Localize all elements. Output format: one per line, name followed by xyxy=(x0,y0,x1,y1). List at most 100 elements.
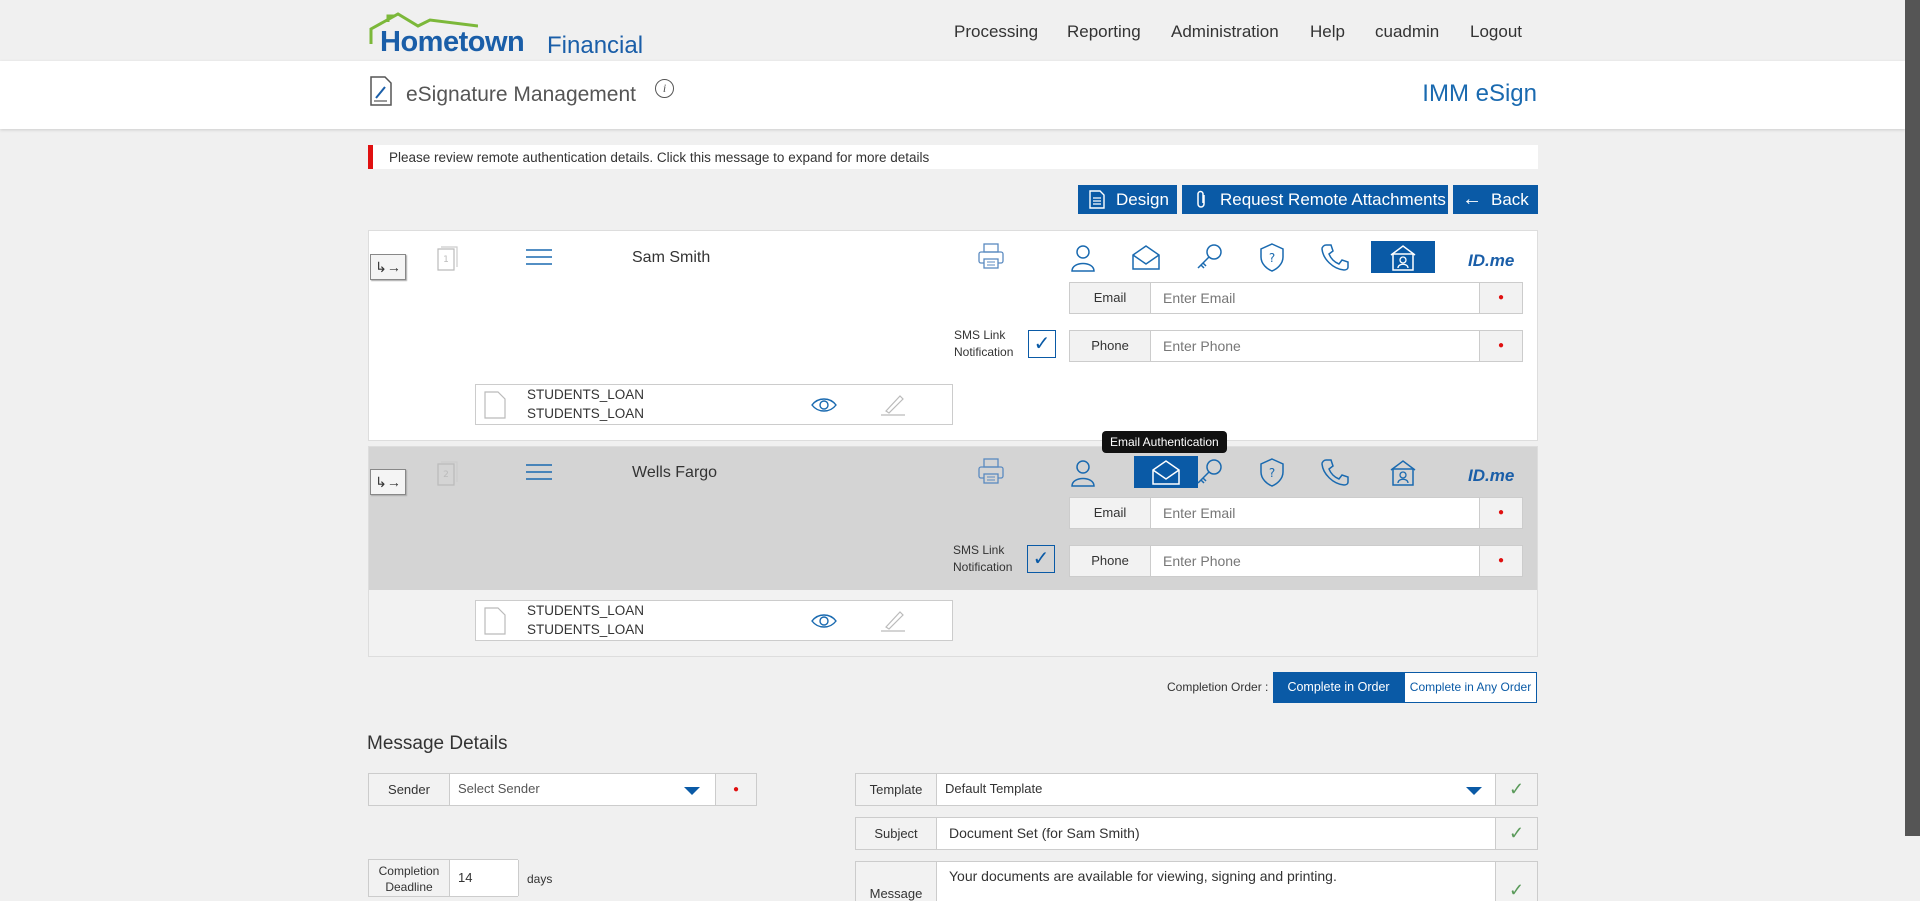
document-order-icon: 2 xyxy=(437,461,458,486)
knowledge-based-auth-icon[interactable] xyxy=(1051,456,1115,488)
message-details-title: Message Details xyxy=(367,733,508,754)
email-authentication-icon[interactable] xyxy=(1114,241,1178,273)
drag-handle-icon[interactable] xyxy=(526,463,552,481)
nav-user[interactable]: cuadmin xyxy=(1375,22,1439,42)
request-remote-attachments-button[interactable]: Request Remote Attachments xyxy=(1182,185,1448,214)
document-item: STUDENTS_LOAN STUDENTS_LOAN xyxy=(475,384,953,425)
sms-link-label: SMS Link Notification xyxy=(953,543,1013,574)
valid-check-icon: ✓ xyxy=(1508,823,1525,843)
expand-signer-button[interactable]: ↳→ xyxy=(370,469,406,495)
template-field: Template Default Template ✓ xyxy=(855,773,1538,806)
scrollbar[interactable] xyxy=(1905,0,1920,836)
template-label: Template xyxy=(869,782,923,797)
template-select[interactable]: Default Template xyxy=(936,774,1496,805)
subject-label: Subject xyxy=(874,826,918,841)
signer-card-1: ↳→ 1 Sam Smith ? ID.me Email Enter Email… xyxy=(368,230,1538,441)
email-input[interactable]: Enter Email xyxy=(1150,283,1480,313)
printer-icon[interactable] xyxy=(977,243,1005,269)
completion-deadline-label: Completion Deadline xyxy=(378,864,440,894)
document-order-icon: 1 xyxy=(437,246,458,271)
page-title: eSignature Management xyxy=(406,83,636,106)
message-textarea[interactable]: Your documents are available for viewing… xyxy=(936,862,1496,901)
email-label: Email xyxy=(1093,290,1127,305)
document-type: STUDENTS_LOAN xyxy=(527,406,645,421)
id-verification-icon[interactable] xyxy=(1371,241,1435,273)
completion-deadline-field: Completion Deadline 14 xyxy=(368,859,519,897)
completion-deadline-input[interactable]: 14 xyxy=(449,860,519,896)
expand-signer-button[interactable]: ↳→ xyxy=(370,254,406,280)
document-name: STUDENTS_LOAN xyxy=(527,387,645,402)
document-name: STUDENTS_LOAN xyxy=(527,603,645,618)
phone-authentication-icon[interactable] xyxy=(1303,241,1367,273)
list-document-icon xyxy=(1089,190,1105,209)
sign-pen-icon[interactable] xyxy=(880,609,906,633)
back-button[interactable]: ← Back xyxy=(1453,185,1538,214)
signer-name: Sam Smith xyxy=(632,249,711,266)
complete-any-order-button[interactable]: Complete in Any Order xyxy=(1404,672,1537,703)
svg-text:2: 2 xyxy=(443,470,449,480)
arrow-left-icon: ← xyxy=(1462,188,1482,210)
phone-label: Phone xyxy=(1091,338,1129,353)
valid-check-icon: ✓ xyxy=(1508,880,1525,900)
security-question-shield-icon[interactable]: ? xyxy=(1240,456,1304,488)
design-button[interactable]: Design xyxy=(1078,185,1177,214)
password-key-icon[interactable] xyxy=(1177,456,1241,488)
nav-reporting[interactable]: Reporting xyxy=(1067,22,1141,42)
email-input[interactable]: Enter Email xyxy=(1150,498,1480,528)
email-field-row: Email Enter Email ● xyxy=(1069,282,1523,314)
auth-alert-message[interactable]: Please review remote authentication deta… xyxy=(368,145,1538,169)
security-question-shield-icon[interactable]: ? xyxy=(1240,241,1304,273)
document-icon xyxy=(484,607,506,635)
paperclip-icon xyxy=(1197,190,1205,208)
required-indicator: ● xyxy=(1497,292,1505,303)
sign-pen-icon[interactable] xyxy=(880,393,906,417)
design-label: Design xyxy=(1116,190,1169,209)
back-label: Back xyxy=(1491,190,1529,209)
signer-name: Wells Fargo xyxy=(632,464,718,481)
required-indicator: ● xyxy=(1497,507,1505,518)
document-type: STUDENTS_LOAN xyxy=(527,622,645,637)
idme-icon[interactable]: ID.me xyxy=(1468,466,1514,486)
nav-help[interactable]: Help xyxy=(1310,22,1345,42)
esign-document-icon xyxy=(370,76,392,106)
phone-authentication-icon[interactable] xyxy=(1303,456,1367,488)
required-indicator: ● xyxy=(1497,340,1505,351)
page-header: eSignature Management i IMM eSign xyxy=(0,61,1905,129)
product-name: IMM eSign xyxy=(1422,80,1537,107)
subject-input[interactable]: Document Set (for Sam Smith) xyxy=(936,818,1496,849)
idme-icon[interactable]: ID.me xyxy=(1468,251,1514,271)
complete-in-order-button[interactable]: Complete in Order xyxy=(1273,672,1404,703)
eye-icon[interactable] xyxy=(810,613,838,629)
sender-select[interactable]: Select Sender xyxy=(449,774,716,805)
chevron-down-icon[interactable] xyxy=(684,787,700,795)
password-key-icon[interactable] xyxy=(1177,241,1241,273)
knowledge-based-auth-icon[interactable] xyxy=(1051,241,1115,273)
id-verification-icon[interactable] xyxy=(1371,456,1435,488)
info-icon[interactable]: i xyxy=(655,79,674,98)
nav-logout[interactable]: Logout xyxy=(1470,22,1522,42)
top-bar: Hometown Financial Processing Reporting … xyxy=(0,0,1920,61)
subject-field: Subject Document Set (for Sam Smith) ✓ xyxy=(855,817,1538,850)
nav-processing[interactable]: Processing xyxy=(954,22,1038,42)
sms-link-checkbox[interactable]: ✓ xyxy=(1027,545,1055,573)
sms-link-label: SMS Link Notification xyxy=(954,328,1014,359)
email-authentication-tooltip: Email Authentication xyxy=(1102,431,1227,453)
message-label: Message xyxy=(869,886,923,901)
phone-input[interactable]: Enter Phone xyxy=(1150,546,1480,576)
drag-handle-icon[interactable] xyxy=(526,248,552,266)
sms-link-checkbox[interactable]: ✓ xyxy=(1028,330,1056,358)
chevron-down-icon[interactable] xyxy=(1466,787,1482,795)
email-label: Email xyxy=(1093,505,1127,520)
eye-icon[interactable] xyxy=(810,397,838,413)
deadline-unit-label: days xyxy=(527,872,553,886)
printer-icon[interactable] xyxy=(977,458,1005,484)
svg-text:?: ? xyxy=(1269,466,1275,480)
phone-field-row: Phone Enter Phone ● xyxy=(1069,545,1523,577)
svg-text:?: ? xyxy=(1269,251,1275,265)
brand-name: Hometown xyxy=(380,26,525,58)
valid-check-icon: ✓ xyxy=(1508,779,1525,799)
document-icon xyxy=(484,391,506,419)
phone-input[interactable]: Enter Phone xyxy=(1150,331,1480,361)
request-remote-attachments-label: Request Remote Attachments xyxy=(1220,190,1446,209)
nav-administration[interactable]: Administration xyxy=(1171,22,1279,42)
